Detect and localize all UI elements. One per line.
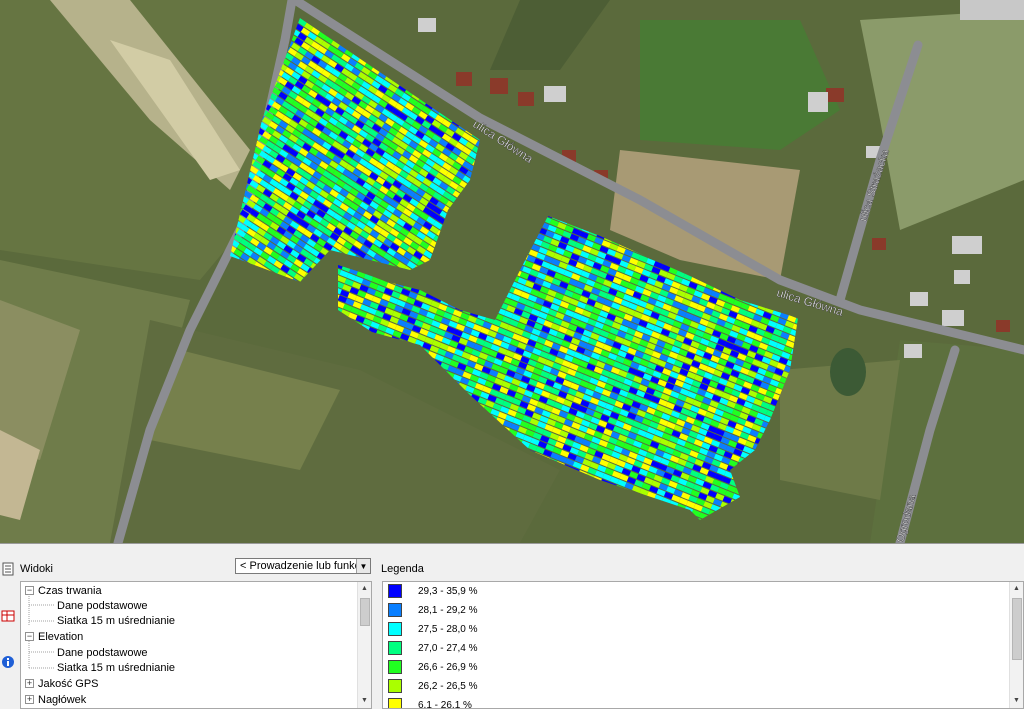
legend-swatch xyxy=(388,679,402,693)
legend-scrollbar[interactable]: ▲ ▼ xyxy=(1009,582,1023,708)
tree-scrollbar[interactable]: ▲ ▼ xyxy=(357,582,371,708)
legend-range: 6,1 - 26,1 % xyxy=(418,699,472,709)
view-select-value: < Prowadzenie lub funkcje > xyxy=(240,560,356,572)
scroll-down-icon[interactable]: ▼ xyxy=(358,694,371,708)
scroll-up-icon[interactable]: ▲ xyxy=(358,582,371,596)
scroll-thumb[interactable] xyxy=(1012,598,1022,660)
legend-item: 29,3 - 35,9 % xyxy=(388,583,477,599)
bottom-panel: Widoki < Prowadzenie lub funkcje > ▼ −Cz… xyxy=(0,543,1024,709)
chevron-down-icon[interactable]: ▼ xyxy=(356,559,370,573)
legend-item: 27,5 - 28,0 % xyxy=(388,621,477,637)
legend-range: 28,1 - 29,2 % xyxy=(418,604,478,616)
scroll-thumb[interactable] xyxy=(360,598,370,626)
legend-item: 26,2 - 26,5 % xyxy=(388,678,477,694)
legend-swatch xyxy=(388,660,402,674)
tree-lines xyxy=(28,594,55,669)
legend-swatch xyxy=(388,698,402,708)
legend-item: 27,0 - 27,4 % xyxy=(388,640,477,656)
legend-range: 29,3 - 35,9 % xyxy=(418,585,478,597)
view-select[interactable]: < Prowadzenie lub funkcje > ▼ xyxy=(235,558,371,574)
legend-item: 28,1 - 29,2 % xyxy=(388,602,477,618)
legend-swatch xyxy=(388,641,402,655)
legend-range: 27,0 - 27,4 % xyxy=(418,642,478,654)
satellite-map[interactable]: ulica Główna ulica Główna ulica Strażack… xyxy=(0,0,1024,543)
scroll-up-icon[interactable]: ▲ xyxy=(1010,582,1023,596)
table-icon[interactable] xyxy=(0,608,16,624)
views-tree[interactable]: − Czas trwania Dane podstawowe Siatka 15 … xyxy=(20,581,372,709)
views-label: Widoki xyxy=(20,563,54,575)
legend-range: 26,6 - 26,9 % xyxy=(418,661,478,673)
legend-panel: 29,3 - 35,9 % 28,1 - 29,2 % 27,5 - 28,0 % 2… xyxy=(382,581,1024,709)
legend-range: 27,5 - 28,0 % xyxy=(418,623,478,635)
document-icon[interactable] xyxy=(0,561,16,577)
legend-swatch xyxy=(388,603,402,617)
info-icon[interactable] xyxy=(0,654,16,670)
legend-item: 26,6 - 26,9 % xyxy=(388,659,477,675)
scroll-down-icon[interactable]: ▼ xyxy=(1010,694,1023,708)
map-view[interactable]: ulica Główna ulica Główna ulica Strażack… xyxy=(0,0,1024,543)
legend-item: 6,1 - 26,1 % xyxy=(388,697,472,709)
legend-range: 26,2 - 26,5 % xyxy=(418,680,478,692)
legend-swatch xyxy=(388,622,402,636)
legend-swatch xyxy=(388,584,402,598)
legend-label: Legenda xyxy=(381,563,424,575)
